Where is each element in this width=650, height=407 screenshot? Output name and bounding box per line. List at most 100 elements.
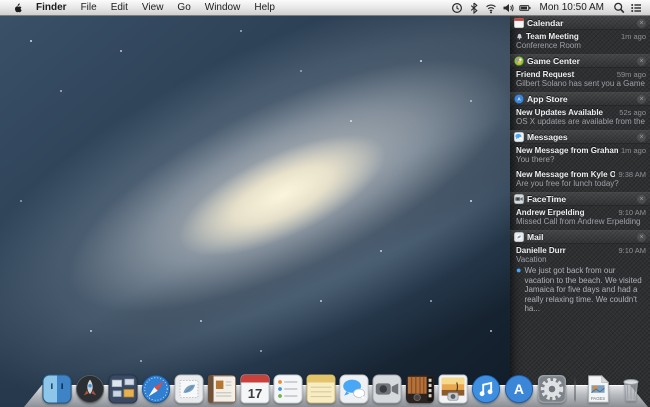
- dock-item-messages[interactable]: [339, 374, 369, 404]
- notification-time: 9:38 AM: [618, 170, 646, 179]
- notification-title-line: Danielle Durr 9:10 AM: [516, 246, 646, 255]
- menu-item-file[interactable]: File: [74, 0, 104, 16]
- close-icon[interactable]: ×: [637, 56, 646, 66]
- messages-icon: [514, 132, 524, 142]
- nc-section-messages: Messages × New Message from Graham Mc...1m…: [510, 130, 650, 192]
- notification-subtitle: You there?: [516, 155, 555, 164]
- dock-item-mission-control[interactable]: [108, 374, 138, 404]
- mail-icon: [514, 232, 524, 242]
- menu-bar: Finder File Edit View Go Window Help Mon 10:50…: [0, 0, 650, 16]
- menu-clock[interactable]: Mon 10:50 AM: [534, 2, 610, 13]
- notification-subtitle: Conference Room: [516, 41, 581, 50]
- notification-subtitle: Gilbert Solano has sent you a Game Cent.…: [516, 79, 646, 88]
- dock-item-itunes[interactable]: [471, 374, 501, 404]
- menu-item-go[interactable]: Go: [170, 0, 197, 16]
- svg-text:17: 17: [248, 386, 263, 401]
- notification-row[interactable]: Friend Request 59m ago Gilbert Solano has …: [510, 68, 650, 92]
- apple-menu-icon[interactable]: [6, 2, 29, 14]
- notification-time: 1m ago: [620, 146, 646, 155]
- notification-title: New Updates Available: [516, 108, 603, 117]
- nc-app-name: App Store: [527, 94, 568, 104]
- notification-title-line: Team Meeting 1m ago: [516, 32, 646, 41]
- nc-header-game-center: Game Center ×: [510, 54, 650, 68]
- dock: 17 A PAGES: [24, 365, 648, 407]
- dock-item-trash[interactable]: [616, 374, 646, 404]
- bluetooth-icon[interactable]: [466, 0, 483, 16]
- nc-section-mail: Mail × Danielle Durr 9:10 AM Vacation ● We jus…: [510, 230, 650, 317]
- notification-center-panel: Calendar × Team Meeting 1m ago Conference Ro…: [510, 16, 650, 407]
- dock-item-launchpad[interactable]: [75, 374, 105, 404]
- notification-row[interactable]: New Message from Graham Mc...1m ago You t…: [510, 144, 650, 168]
- nc-app-name: Messages: [527, 132, 568, 142]
- notification-time: 9:10 AM: [618, 208, 646, 217]
- notification-title: Team Meeting: [526, 32, 579, 41]
- close-icon[interactable]: ×: [637, 194, 646, 204]
- dock-item-iphoto[interactable]: [438, 374, 468, 404]
- nc-header-app-store: A App Store ×: [510, 92, 650, 106]
- notification-time: 1m ago: [620, 32, 646, 41]
- dock-item-safari[interactable]: [141, 374, 171, 404]
- notification-row[interactable]: Danielle Durr 9:10 AM Vacation ● We just got…: [510, 244, 650, 317]
- dock-item-reminders[interactable]: [273, 374, 303, 404]
- menu-item-window[interactable]: Window: [198, 0, 248, 16]
- notification-subtitle: OS X updates are available from the App.…: [516, 117, 646, 126]
- nc-app-name: FaceTime: [527, 194, 567, 204]
- dock-item-finder[interactable]: [42, 374, 72, 404]
- dock-item-mail[interactable]: [174, 374, 204, 404]
- notification-time: 9:10 AM: [618, 246, 646, 255]
- time-machine-icon[interactable]: [449, 0, 466, 16]
- dock-item-pages-document[interactable]: PAGES: [583, 374, 613, 404]
- notification-title-line: New Updates Available 52s ago: [516, 108, 646, 117]
- svg-text:A: A: [514, 381, 524, 397]
- dock-item-facetime[interactable]: [372, 374, 402, 404]
- notification-title-line: New Message from Kyle Olson9:38 AM: [516, 170, 646, 179]
- dock-item-calendar[interactable]: 17: [240, 374, 270, 404]
- notification-row[interactable]: Team Meeting 1m ago Conference Room: [510, 30, 650, 54]
- notification-title-line: Friend Request 59m ago: [516, 70, 646, 79]
- nc-section-app-store: A App Store × New Updates Available 52s ago O…: [510, 92, 650, 130]
- notification-center-icon[interactable]: [627, 0, 644, 16]
- menu-item-help[interactable]: Help: [247, 0, 282, 16]
- dock-item-photo-booth[interactable]: [405, 374, 435, 404]
- nc-header-messages: Messages ×: [510, 130, 650, 144]
- dock-item-notes[interactable]: [306, 374, 336, 404]
- wifi-icon[interactable]: [483, 0, 500, 16]
- notification-title: Danielle Durr: [516, 246, 566, 255]
- battery-icon[interactable]: [517, 0, 534, 16]
- notification-row[interactable]: Andrew Erpelding 9:10 AM Missed Call from …: [510, 206, 650, 230]
- calendar-icon: [514, 18, 524, 28]
- spotlight-icon[interactable]: [610, 0, 627, 16]
- dock-item-contacts[interactable]: [207, 374, 237, 404]
- notification-title: New Message from Graham Mc...: [516, 146, 618, 155]
- nc-header-facetime: FaceTime ×: [510, 192, 650, 206]
- menu-bar-right: Mon 10:50 AM: [449, 0, 644, 15]
- notification-subtitle: Are you free for lunch today?: [516, 179, 619, 188]
- close-icon[interactable]: ×: [637, 132, 646, 142]
- desktop: Calendar × Team Meeting 1m ago Conference Ro…: [0, 0, 650, 407]
- menu-item-view[interactable]: View: [135, 0, 171, 16]
- facetime-icon: [514, 194, 524, 204]
- menu-item-finder[interactable]: Finder: [29, 0, 74, 16]
- volume-icon[interactable]: [500, 0, 517, 16]
- dock-item-app-store[interactable]: A: [504, 374, 534, 404]
- notification-row[interactable]: New Message from Kyle Olson9:38 AMAre yo…: [510, 168, 650, 192]
- dock-item-system-preferences[interactable]: [537, 374, 567, 404]
- nc-header-calendar: Calendar ×: [510, 16, 650, 30]
- menu-items: Finder File Edit View Go Window Help: [29, 0, 282, 16]
- status-icons: [449, 0, 534, 16]
- notification-title: Andrew Erpelding: [516, 208, 585, 217]
- nc-app-name: Mail: [527, 232, 544, 242]
- menu-item-edit[interactable]: Edit: [104, 0, 135, 16]
- menu-bar-left: Finder File Edit View Go Window Help: [6, 0, 282, 15]
- notification-title: New Message from Kyle Olson: [516, 170, 616, 179]
- nc-app-name: Calendar: [527, 18, 564, 28]
- unread-dot-icon: ●: [516, 265, 522, 275]
- notification-row[interactable]: New Updates Available 52s ago OS X updates…: [510, 106, 650, 130]
- close-icon[interactable]: ×: [637, 94, 646, 104]
- nc-section-calendar: Calendar × Team Meeting 1m ago Conference Ro…: [510, 16, 650, 54]
- nc-app-name: Game Center: [527, 56, 580, 66]
- nc-section-facetime: FaceTime × Andrew Erpelding 9:10 AM Missed C…: [510, 192, 650, 230]
- close-icon[interactable]: ×: [637, 232, 646, 242]
- notification-body: ● We just got back from our vacation to t…: [516, 266, 646, 314]
- close-icon[interactable]: ×: [637, 18, 646, 28]
